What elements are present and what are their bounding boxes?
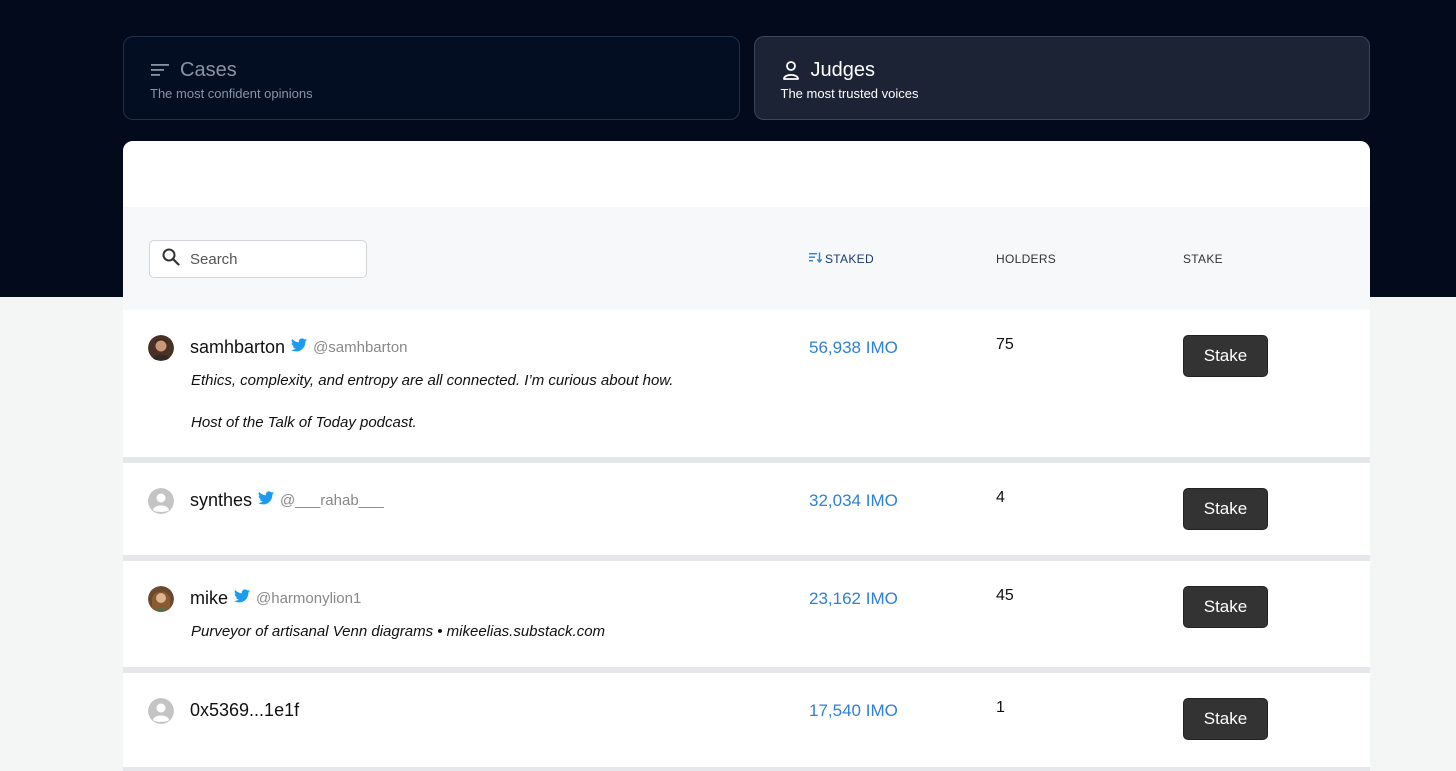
search-icon bbox=[162, 248, 180, 271]
judges-panel: STAKED HOLDERS STAKE samhbarton @samhbar… bbox=[123, 141, 1370, 771]
twitter-icon[interactable] bbox=[291, 338, 308, 357]
column-holders[interactable]: HOLDERS bbox=[996, 252, 1056, 266]
twitter-icon[interactable] bbox=[258, 491, 275, 510]
twitter-handle[interactable]: @harmonylion1 bbox=[256, 590, 361, 607]
staked-amount[interactable]: 17,540 IMO bbox=[809, 701, 898, 721]
twitter-handle[interactable]: @samhbarton bbox=[313, 339, 407, 356]
stake-button[interactable]: Stake bbox=[1183, 698, 1268, 740]
tab-judges-subtitle: The most trusted voices bbox=[780, 86, 919, 101]
judge-bio: Purveyor of artisanal Venn diagrams • mi… bbox=[191, 621, 605, 642]
default-avatar-icon[interactable] bbox=[148, 488, 174, 514]
name-line: 0x5369...1e1f bbox=[190, 700, 299, 721]
twitter-icon[interactable] bbox=[234, 589, 251, 608]
bio-line: Purveyor of artisanal Venn diagrams • mi… bbox=[191, 623, 606, 640]
panel-top-spacer bbox=[123, 141, 1370, 207]
bio-line: Ethics, complexity, and entropy are all … bbox=[191, 372, 674, 389]
staked-amount[interactable]: 32,034 IMO bbox=[809, 491, 898, 511]
tab-judges-title: Judges bbox=[810, 58, 876, 81]
name-line: synthes @___rahab___ bbox=[190, 490, 384, 511]
default-avatar-icon[interactable] bbox=[148, 698, 174, 724]
sort-descending-icon bbox=[809, 252, 823, 266]
column-staked-label: STAKED bbox=[825, 252, 874, 266]
column-stake: STAKE bbox=[1183, 252, 1223, 266]
tab-cases-title: Cases bbox=[180, 58, 237, 81]
table-header: STAKED HOLDERS STAKE bbox=[123, 207, 1370, 310]
name-line: samhbarton @samhbarton bbox=[190, 337, 408, 358]
avatar[interactable] bbox=[148, 586, 174, 612]
table-row: samhbarton @samhbarton Ethics, complexit… bbox=[123, 310, 1370, 463]
search-input[interactable] bbox=[190, 250, 350, 268]
staked-amount[interactable]: 23,162 IMO bbox=[809, 589, 898, 609]
judge-name[interactable]: synthes bbox=[190, 490, 252, 511]
list-icon bbox=[150, 60, 170, 80]
holders-count: 4 bbox=[996, 489, 1005, 506]
table-row: synthes @___rahab___ 32,034 IMO 4 Stake bbox=[123, 463, 1370, 561]
holders-count: 75 bbox=[996, 336, 1014, 353]
stake-button[interactable]: Stake bbox=[1183, 488, 1268, 530]
stake-button[interactable]: Stake bbox=[1183, 335, 1268, 377]
bio-line: Host of the Talk of Today podcast. bbox=[191, 414, 417, 431]
holders-count: 1 bbox=[996, 699, 1005, 716]
table-row: mike @harmonylion1 Purveyor of artisanal… bbox=[123, 561, 1370, 673]
judge-bio: Ethics, complexity, and entropy are all … bbox=[191, 370, 673, 433]
tab-cases[interactable]: Cases The most confident opinions bbox=[123, 36, 740, 120]
wallet-address[interactable]: 0x5369...1e1f bbox=[190, 700, 299, 721]
tab-bar: Cases The most confident opinions Judges… bbox=[123, 36, 1370, 120]
table-row: 0x5369...1e1f 17,540 IMO 1 Stake bbox=[123, 673, 1370, 771]
avatar[interactable] bbox=[148, 335, 174, 361]
holders-count: 45 bbox=[996, 587, 1014, 604]
judge-name[interactable]: samhbarton bbox=[190, 337, 285, 358]
tab-judges[interactable]: Judges The most trusted voices bbox=[753, 36, 1370, 120]
judges-list: samhbarton @samhbarton Ethics, complexit… bbox=[123, 310, 1370, 771]
twitter-handle[interactable]: @___rahab___ bbox=[280, 492, 384, 509]
search-box[interactable] bbox=[149, 240, 367, 278]
column-staked[interactable]: STAKED bbox=[809, 252, 874, 266]
tab-cases-subtitle: The most confident opinions bbox=[150, 86, 313, 101]
judge-name[interactable]: mike bbox=[190, 588, 228, 609]
stake-button[interactable]: Stake bbox=[1183, 586, 1268, 628]
name-line: mike @harmonylion1 bbox=[190, 588, 361, 609]
user-icon bbox=[781, 60, 801, 80]
staked-amount[interactable]: 56,938 IMO bbox=[809, 338, 898, 358]
